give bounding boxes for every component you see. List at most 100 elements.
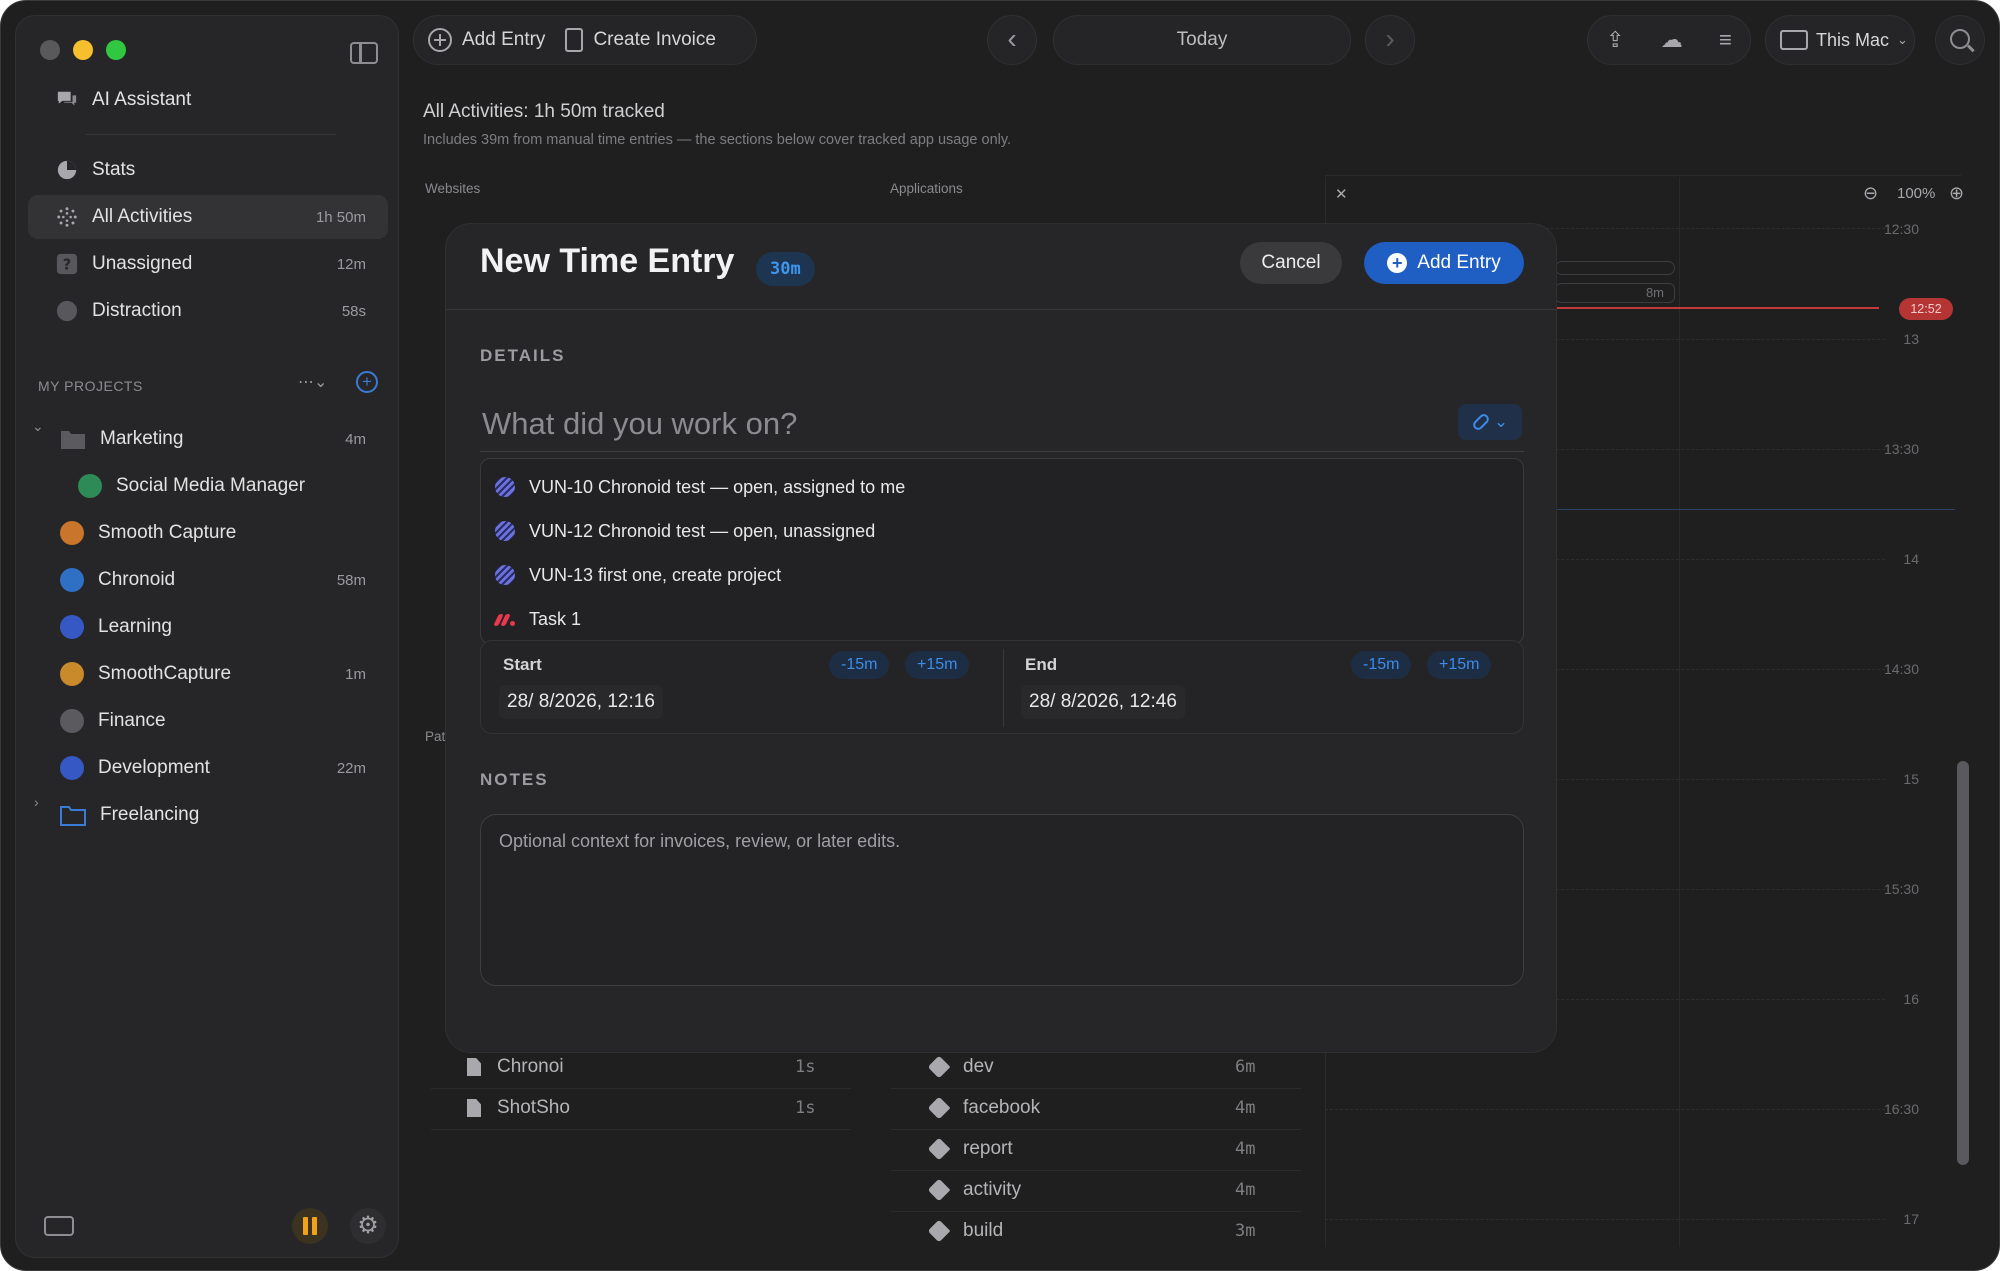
websites-label: Websites	[425, 181, 481, 196]
linear-icon	[495, 521, 515, 541]
sidebar-item-label: AI Assistant	[92, 89, 192, 110]
folder-icon	[60, 806, 86, 826]
next-day-button[interactable]: ›	[1365, 15, 1415, 65]
chevron-down-icon: ⌄	[1493, 412, 1509, 431]
project-color-dot	[60, 662, 84, 686]
sidebar-item-unassigned[interactable]: ? Unassigned 12m	[28, 242, 388, 286]
timeline-scrollbar[interactable]	[1957, 761, 1969, 1165]
search-icon[interactable]	[1935, 15, 1985, 65]
chevron-down-icon[interactable]: ⌄	[32, 418, 44, 435]
notes-textarea[interactable]	[480, 814, 1524, 986]
suggestion-item[interactable]: VUN-13 first one, create project	[481, 553, 1523, 597]
sidebar-item-all-activities[interactable]: All Activities 1h 50m	[28, 195, 388, 239]
time-range-card: Start -15m +15m 28/ 8/2026, 12:16 End -1…	[480, 640, 1524, 734]
project-smooth-capture[interactable]: Smooth Capture	[60, 511, 420, 555]
project-development[interactable]: Development 22m	[60, 746, 420, 790]
tag-row[interactable]: dev 6m	[927, 1055, 1271, 1079]
project-freelancing[interactable]: Freelancing	[60, 793, 420, 837]
device-selector[interactable]: This Mac ⌄	[1765, 15, 1915, 65]
cancel-button[interactable]: Cancel	[1240, 242, 1342, 284]
row-divider	[431, 1129, 851, 1130]
suggestion-label: VUN-12 Chronoid test — open, unassigned	[529, 520, 876, 541]
today-button[interactable]: Today	[1053, 15, 1351, 65]
end-plus-15-button[interactable]: +15m	[1427, 651, 1492, 679]
project-count: 22m	[336, 759, 366, 777]
file-duration: 1s	[795, 1057, 816, 1077]
project-count: 4m	[345, 430, 366, 448]
zoom-window-button[interactable]	[106, 40, 126, 60]
ai-brain-icon[interactable]: ☁	[1661, 27, 1683, 53]
hour-label: 14:30	[1883, 661, 1919, 677]
timeline-block[interactable]: 8m	[1555, 283, 1675, 303]
projects-more-icon[interactable]: ⋯⌄	[298, 372, 334, 396]
hour-label: 16	[1903, 991, 1919, 1007]
start-plus-15-button[interactable]: +15m	[905, 651, 970, 679]
hour-label: 12:30	[1883, 221, 1919, 237]
toolbar-right-group: ⇪ ☁ ≡	[1587, 15, 1751, 65]
project-label: Finance	[98, 710, 166, 731]
tag-row[interactable]: build 3m	[927, 1219, 1271, 1243]
tag-row[interactable]: report 4m	[927, 1137, 1271, 1161]
suggestion-item[interactable]: VUN-12 Chronoid test — open, unassigned	[481, 509, 1523, 553]
add-entry-button[interactable]: + Add Entry	[1364, 242, 1524, 284]
link-task-button[interactable]: ⌄	[1458, 404, 1522, 440]
sidebar-item-count: 1h 50m	[315, 208, 366, 226]
sidebar-item-stats[interactable]: Stats	[28, 148, 388, 192]
hour-label: 17	[1903, 1211, 1919, 1227]
applications-label: Applications	[890, 181, 963, 196]
tag-row[interactable]: facebook 4m	[927, 1096, 1271, 1120]
current-time-badge: 12:52	[1899, 298, 1953, 320]
file-row[interactable]: Chronoi 1s	[467, 1056, 827, 1078]
sidebar-item-distraction[interactable]: Distraction 58s	[28, 289, 388, 333]
activities-title: All Activities: 1h 50m tracked	[423, 101, 665, 122]
project-marketing[interactable]: Marketing 4m	[60, 417, 420, 461]
end-minus-15-button[interactable]: -15m	[1351, 651, 1412, 679]
project-learning[interactable]: Learning	[60, 605, 420, 649]
timeline-block[interactable]	[1555, 261, 1675, 275]
start-minus-15-button[interactable]: -15m	[829, 651, 890, 679]
minimize-window-button[interactable]	[73, 40, 93, 60]
task-suggestions-dropdown: VUN-10 Chronoid test — open, assigned to…	[480, 458, 1524, 644]
create-invoice-button[interactable]: Create Invoice	[559, 28, 730, 52]
project-chronoid[interactable]: Chronoid 58m	[60, 558, 420, 602]
chevron-down-icon: ⌄	[1897, 32, 1908, 47]
tag-row[interactable]: activity 4m	[927, 1178, 1271, 1202]
suggestion-item[interactable]: Task 1	[481, 597, 1523, 641]
modal-header: New Time Entry 30m Cancel + Add Entry	[446, 224, 1556, 310]
share-icon[interactable]: ⇪	[1606, 27, 1624, 53]
sidebar-item-ai-assistant[interactable]: AI Assistant	[28, 78, 388, 122]
project-smoothcapture[interactable]: SmoothCapture 1m	[60, 652, 420, 696]
sidebar-item-count: 12m	[336, 255, 366, 273]
notes-section-label: NOTES	[480, 770, 549, 789]
project-label: Development	[98, 757, 210, 778]
new-time-entry-modal: New Time Entry 30m Cancel + Add Entry DE…	[445, 223, 1557, 1053]
sidebar-toggle-icon[interactable]	[350, 42, 378, 64]
hour-label: 13:30	[1883, 441, 1919, 457]
work-description-input[interactable]	[480, 396, 1524, 452]
settings-gear-icon[interactable]: ⚙	[350, 1208, 386, 1244]
tag-name: dev	[963, 1056, 994, 1077]
add-project-icon[interactable]: +	[356, 371, 378, 393]
keyboard-icon[interactable]	[44, 1216, 74, 1236]
project-social-media-manager[interactable]: Social Media Manager	[78, 464, 438, 508]
add-entry-toolbar-button[interactable]: Add Entry	[414, 28, 559, 52]
project-finance[interactable]: Finance	[60, 699, 420, 743]
pause-tracking-button[interactable]	[292, 1208, 328, 1244]
end-datetime-field[interactable]: 28/ 8/2026, 12:46	[1021, 685, 1185, 719]
tag-name: report	[963, 1138, 1013, 1159]
filter-icon[interactable]: ≡	[1719, 27, 1732, 53]
end-label: End	[1025, 655, 1058, 674]
project-label: Smooth Capture	[98, 522, 237, 543]
tag-icon	[927, 1219, 951, 1243]
tag-icon	[927, 1055, 951, 1079]
suggestion-item[interactable]: VUN-10 Chronoid test — open, assigned to…	[481, 465, 1523, 509]
previous-day-button[interactable]: ‹	[987, 15, 1037, 65]
chevron-right-icon[interactable]: ›	[34, 794, 39, 810]
activities-subtitle: Includes 39m from manual time entries — …	[423, 132, 1012, 148]
project-label: Marketing	[100, 428, 184, 449]
project-label: Social Media Manager	[116, 475, 306, 496]
file-row[interactable]: ShotSho 1s	[467, 1097, 827, 1119]
start-datetime-field[interactable]: 28/ 8/2026, 12:16	[499, 685, 663, 719]
close-window-button[interactable]	[40, 40, 60, 60]
tag-name: facebook	[963, 1097, 1041, 1118]
